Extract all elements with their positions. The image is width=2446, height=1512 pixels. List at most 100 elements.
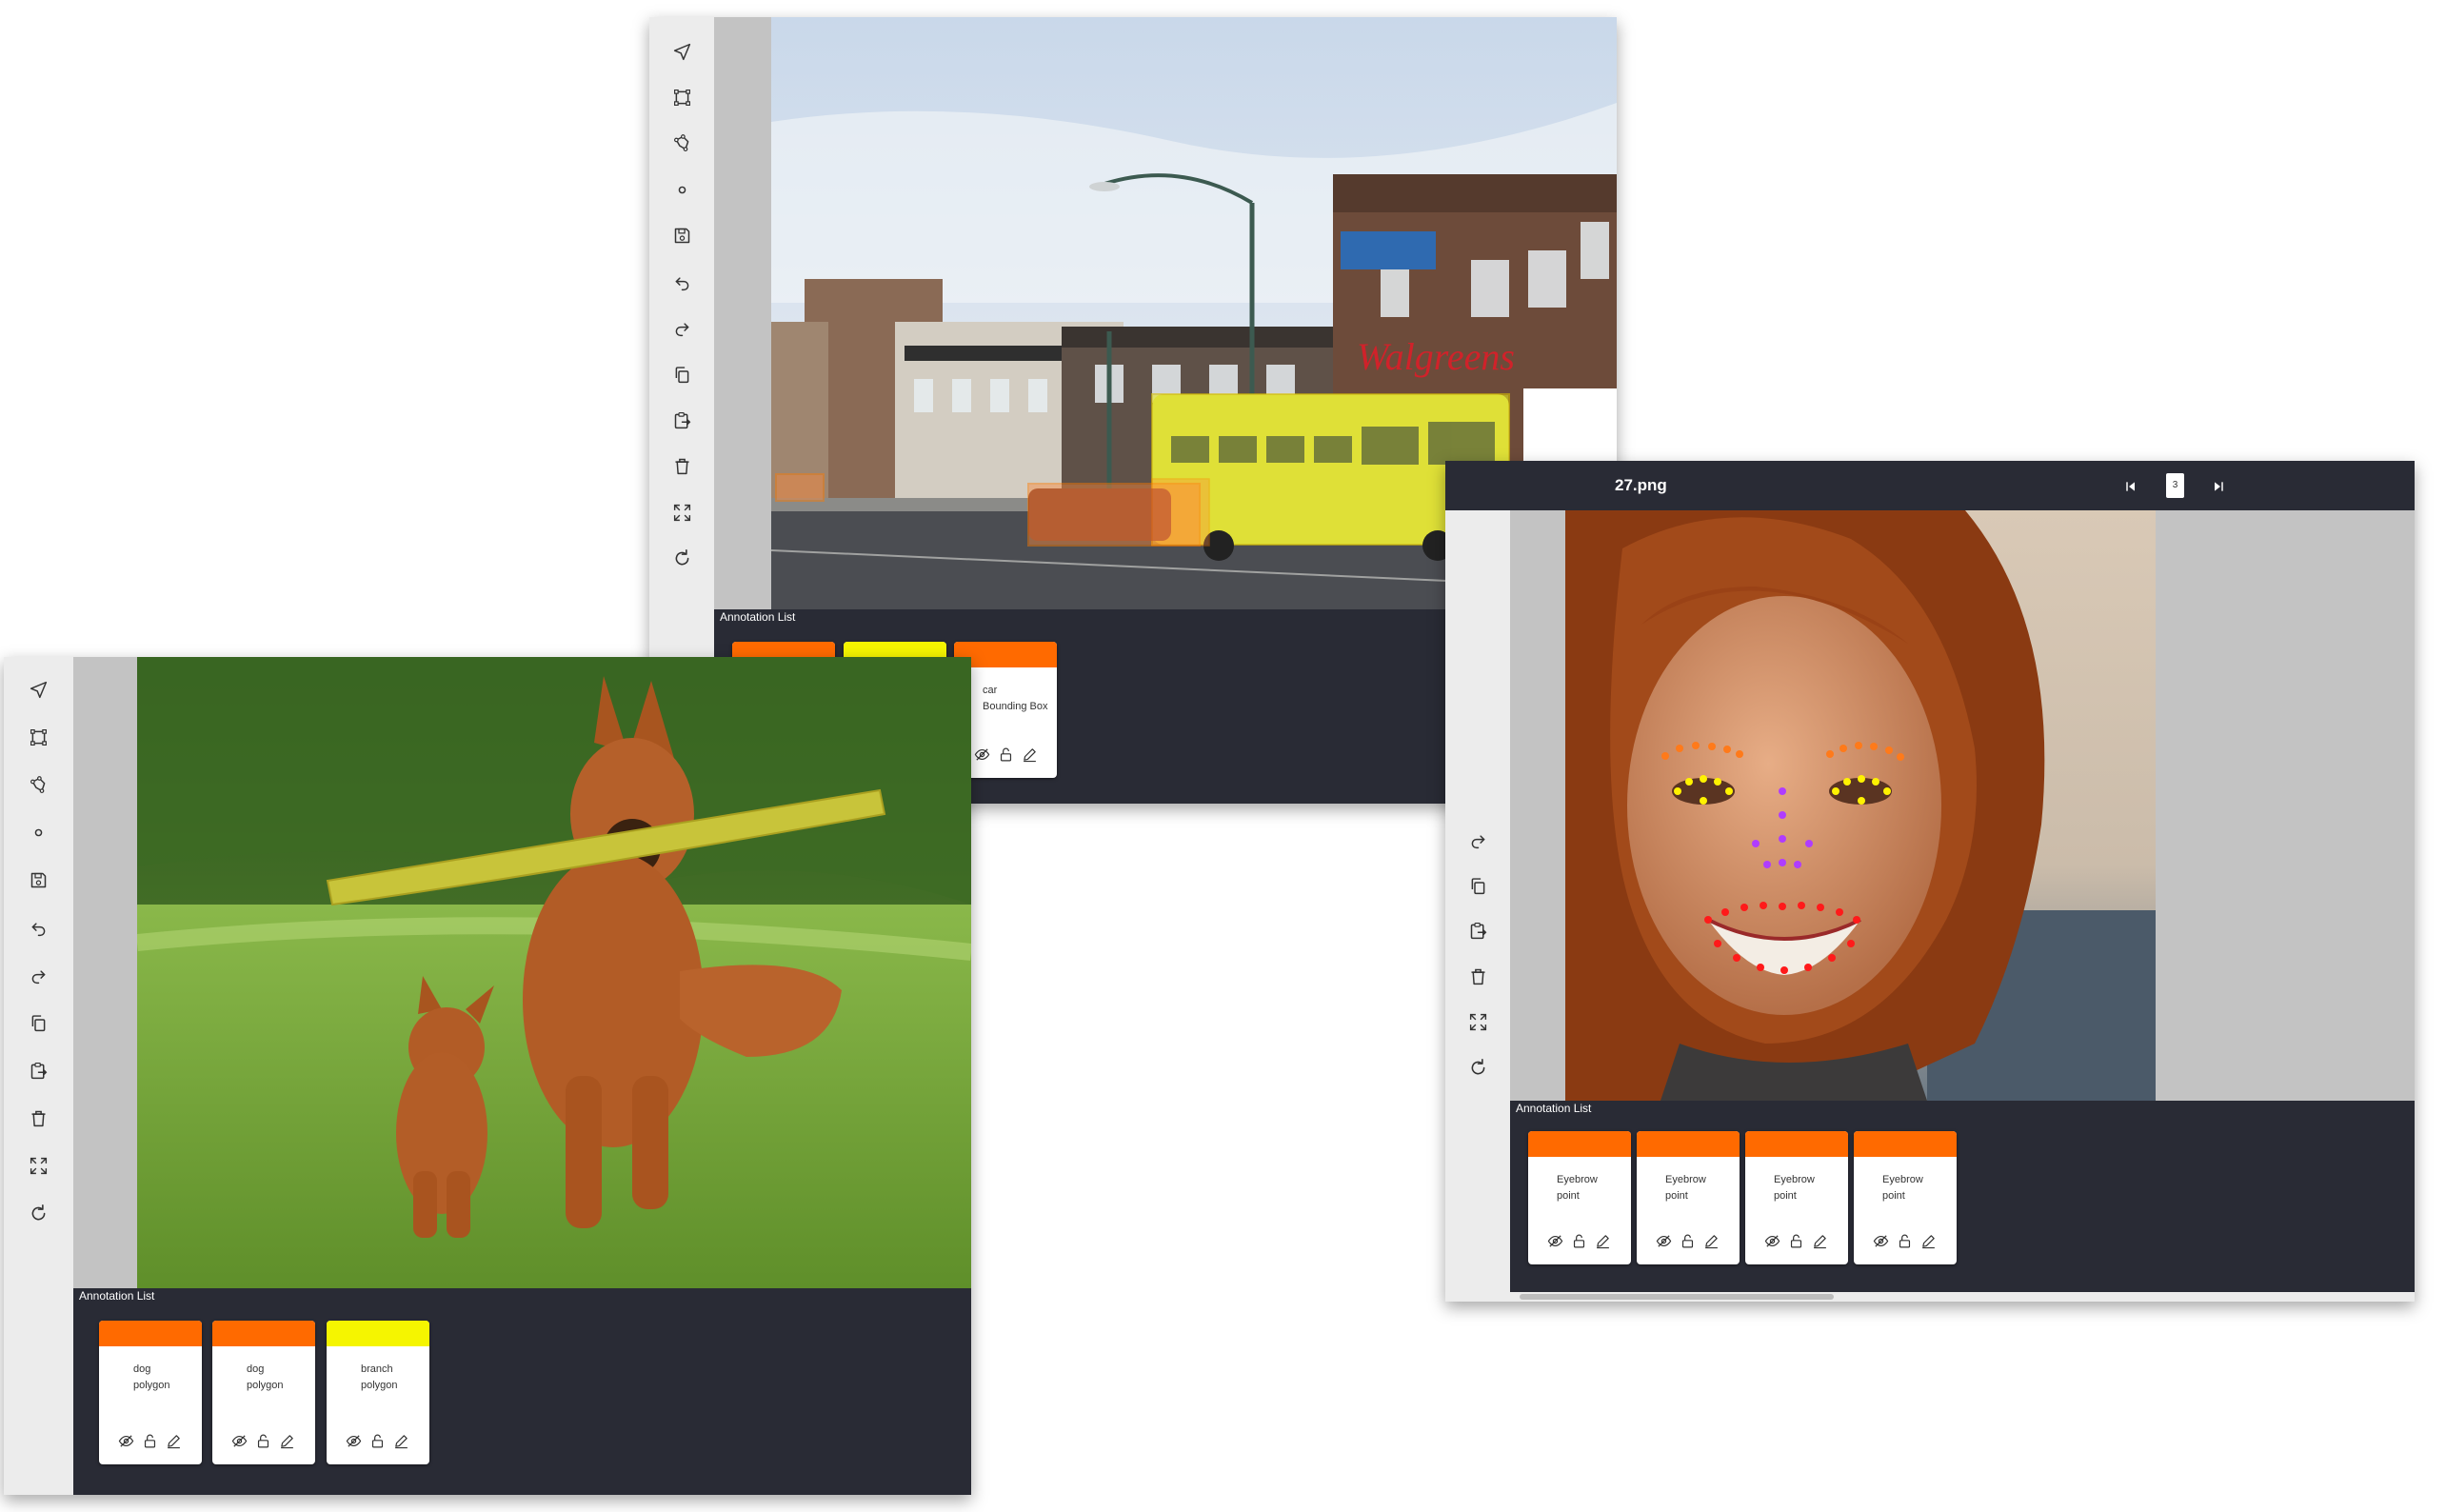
- delete-button[interactable]: [1445, 959, 1510, 993]
- first-page-icon[interactable]: [2123, 479, 2138, 494]
- reset-button[interactable]: [649, 541, 714, 575]
- copy-button[interactable]: [1445, 868, 1510, 903]
- redo-button[interactable]: [1445, 823, 1510, 857]
- point-tool[interactable]: [649, 172, 714, 207]
- paste-icon: [672, 410, 692, 430]
- redo-icon: [1468, 830, 1488, 850]
- undo-button[interactable]: [649, 265, 714, 299]
- paste-icon: [29, 1061, 49, 1081]
- lock-icon[interactable]: [1571, 1233, 1587, 1249]
- copy-icon: [672, 365, 692, 385]
- lock-icon[interactable]: [369, 1433, 386, 1449]
- eye-off-icon[interactable]: [974, 746, 990, 763]
- polygon-tool[interactable]: [649, 126, 714, 160]
- annotation-color-bar: [1745, 1131, 1848, 1157]
- delete-button[interactable]: [649, 448, 714, 483]
- annotation-actions: [231, 1433, 295, 1449]
- polygon-tool[interactable]: [4, 767, 73, 802]
- edit-icon[interactable]: [279, 1433, 295, 1449]
- edit-icon[interactable]: [393, 1433, 409, 1449]
- redo-button[interactable]: [649, 310, 714, 345]
- annotation-card[interactable]: Eyebrow point: [1854, 1131, 1957, 1264]
- fit-screen-icon: [29, 1156, 49, 1176]
- lock-icon[interactable]: [998, 746, 1014, 763]
- eye-off-icon[interactable]: [1656, 1233, 1672, 1249]
- annotation-card[interactable]: Eyebrow point: [1528, 1131, 1631, 1264]
- undo-icon: [672, 272, 692, 292]
- edit-icon[interactable]: [1812, 1233, 1828, 1249]
- last-page-icon[interactable]: [2211, 479, 2226, 494]
- paste-button[interactable]: [4, 1053, 73, 1087]
- eye-off-icon[interactable]: [1547, 1233, 1563, 1249]
- paste-icon: [1468, 921, 1488, 941]
- lock-icon[interactable]: [1897, 1233, 1913, 1249]
- edit-icon[interactable]: [1595, 1233, 1611, 1249]
- reset-button[interactable]: [1445, 1050, 1510, 1084]
- reset-button[interactable]: [4, 1196, 73, 1230]
- point-tool[interactable]: [4, 815, 73, 849]
- copy-button[interactable]: [4, 1005, 73, 1040]
- annotation-type: Bounding Box: [983, 701, 1048, 712]
- paste-button[interactable]: [1445, 913, 1510, 947]
- edit-icon[interactable]: [166, 1433, 182, 1449]
- reset-icon: [1468, 1058, 1488, 1078]
- rectangle-tool[interactable]: [649, 80, 714, 114]
- annotation-type: polygon: [247, 1380, 284, 1391]
- eye-off-icon[interactable]: [231, 1433, 248, 1449]
- reset-icon: [672, 548, 692, 568]
- annotation-card[interactable]: Eyebrow point: [1745, 1131, 1848, 1264]
- toolbar: [4, 657, 73, 1495]
- save-button[interactable]: [4, 863, 73, 897]
- toolbar: [1445, 510, 1510, 1302]
- edit-icon[interactable]: [1920, 1233, 1937, 1249]
- pointer-tool[interactable]: [4, 672, 73, 706]
- lock-icon[interactable]: [255, 1433, 271, 1449]
- polygon-icon: [29, 775, 49, 795]
- dogs-photo: [137, 657, 971, 1288]
- fit-screen-button[interactable]: [4, 1148, 73, 1183]
- annotation-color-bar: [327, 1321, 429, 1346]
- rectangle-tool[interactable]: [4, 720, 73, 754]
- fit-screen-icon: [672, 503, 692, 523]
- page-number-input[interactable]: 3: [2166, 473, 2184, 498]
- annotation-label: Eyebrow: [1882, 1174, 1923, 1185]
- annotation-color-bar: [1854, 1131, 1957, 1157]
- lock-icon[interactable]: [142, 1433, 158, 1449]
- redo-icon: [672, 318, 692, 338]
- delete-button[interactable]: [4, 1101, 73, 1135]
- annotation-label: car: [983, 685, 998, 696]
- redo-button[interactable]: [4, 958, 73, 992]
- save-button[interactable]: [649, 218, 714, 252]
- edit-icon[interactable]: [1703, 1233, 1720, 1249]
- rectangle-icon: [29, 727, 49, 747]
- annotation-card[interactable]: Eyebrow point: [1637, 1131, 1740, 1264]
- undo-button[interactable]: [4, 910, 73, 945]
- lock-icon[interactable]: [1680, 1233, 1696, 1249]
- edit-icon[interactable]: [1022, 746, 1038, 763]
- pointer-tool[interactable]: [649, 34, 714, 69]
- eye-off-icon[interactable]: [1873, 1233, 1889, 1249]
- annotation-card[interactable]: dog polygon: [212, 1321, 315, 1464]
- image-canvas[interactable]: [1510, 510, 2415, 1101]
- point-icon: [672, 180, 692, 200]
- eye-off-icon[interactable]: [118, 1433, 134, 1449]
- eye-off-icon[interactable]: [346, 1433, 362, 1449]
- lock-icon[interactable]: [1788, 1233, 1804, 1249]
- copy-button[interactable]: [649, 357, 714, 391]
- file-name: 27.png: [1615, 476, 1667, 494]
- svg-text:Walgreens: Walgreens: [1357, 335, 1515, 378]
- annotation-actions: [1547, 1233, 1611, 1249]
- annotation-actions: [118, 1433, 182, 1449]
- paste-button[interactable]: [649, 403, 714, 437]
- fit-screen-button[interactable]: [1445, 1005, 1510, 1039]
- annotation-card[interactable]: branch polygon: [327, 1321, 429, 1464]
- annotation-card[interactable]: dog polygon: [99, 1321, 202, 1464]
- scrollbar-thumb[interactable]: [1520, 1294, 1834, 1300]
- image-canvas[interactable]: [73, 657, 971, 1288]
- eye-off-icon[interactable]: [1764, 1233, 1780, 1249]
- fit-screen-button[interactable]: [649, 495, 714, 529]
- annotation-list-panel: Annotation List Eyebrow point Eyebrow po…: [1510, 1101, 2415, 1302]
- redo-icon: [29, 965, 49, 985]
- horizontal-scrollbar[interactable]: [1510, 1292, 2415, 1302]
- annotation-label: Eyebrow: [1557, 1174, 1598, 1185]
